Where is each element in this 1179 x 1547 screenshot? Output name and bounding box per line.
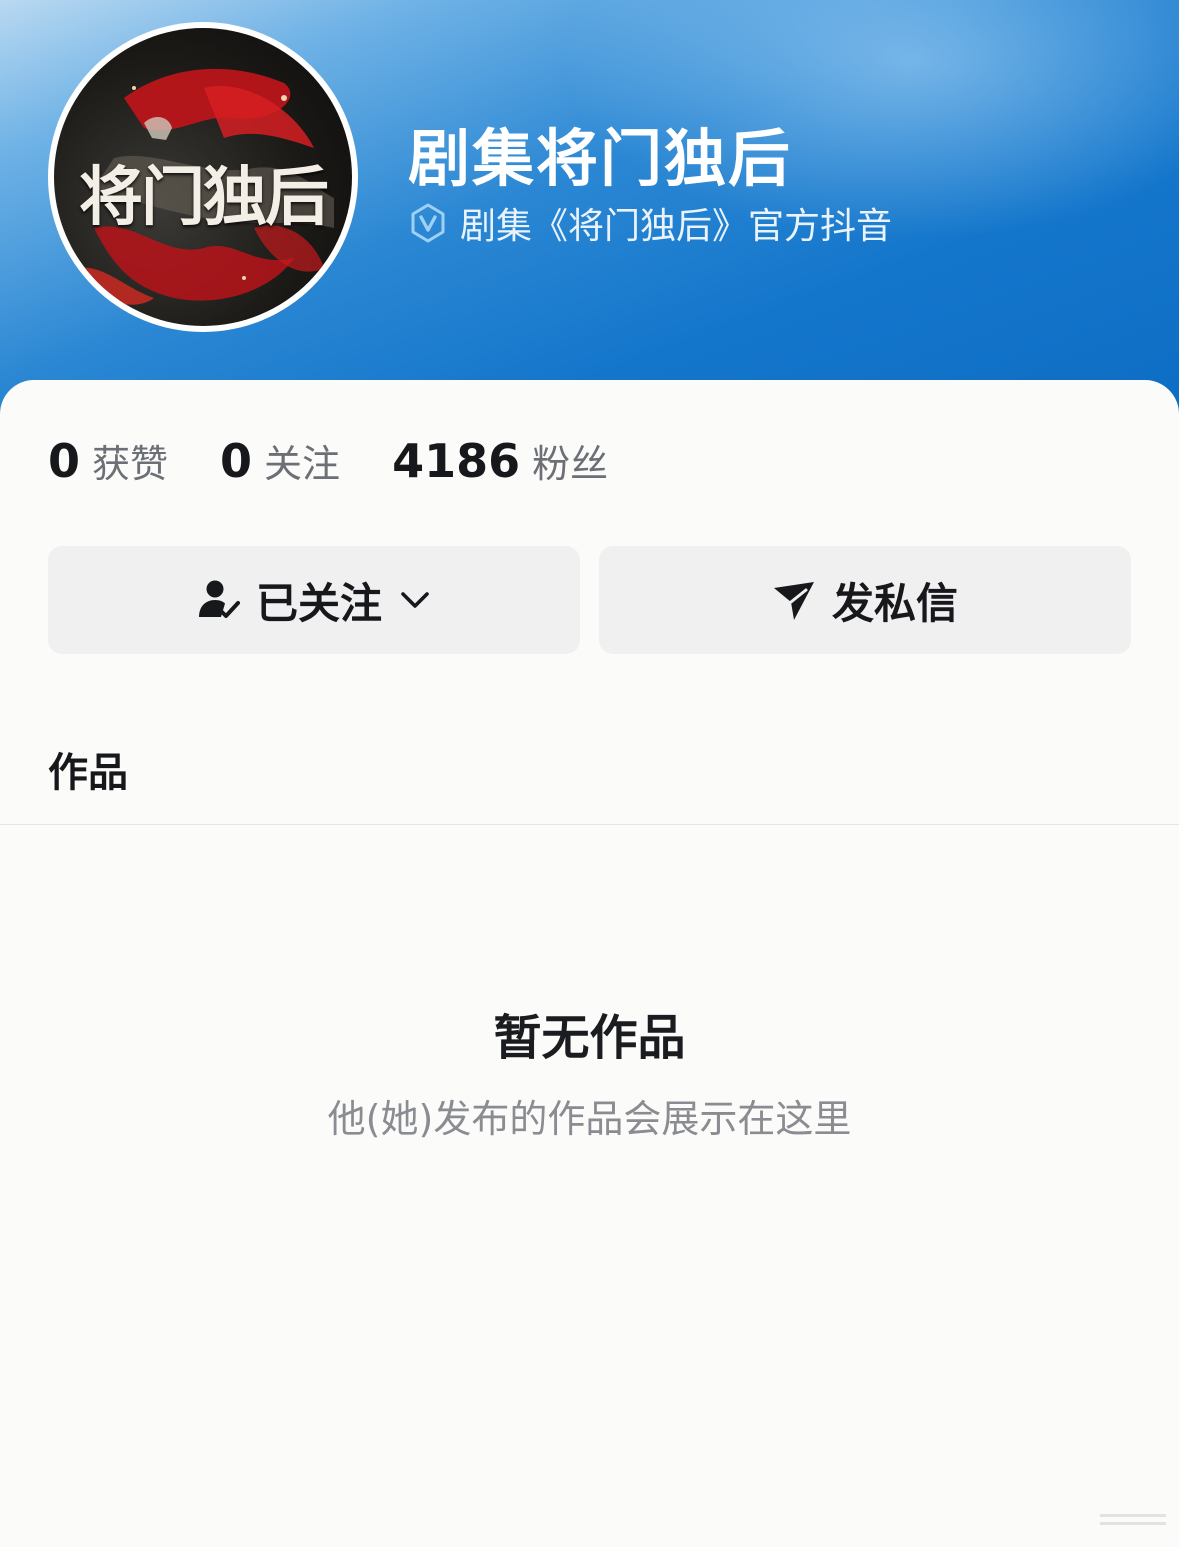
scroll-indicator	[1100, 1514, 1166, 1525]
followed-button[interactable]: 已关注	[48, 546, 580, 654]
verification-line: 剧集《将门独后》官方抖音	[408, 200, 893, 247]
user-check-icon	[198, 580, 240, 618]
stat-followers-value: 4186	[392, 433, 521, 488]
followed-button-label: 已关注	[255, 578, 382, 628]
stat-followers[interactable]: 4186 粉丝	[392, 433, 608, 488]
stat-likes[interactable]: 0 获赞	[48, 433, 168, 488]
stat-followers-label: 粉丝	[532, 441, 609, 486]
verification-text: 剧集《将门独后》官方抖音	[460, 206, 893, 247]
chevron-down-icon	[401, 592, 429, 608]
send-icon	[773, 582, 814, 620]
empty-state-subtitle: 他(她)发布的作品会展示在这里	[327, 1097, 852, 1141]
avatar-title-text: 将门独后	[79, 160, 329, 235]
stat-following-value: 0	[220, 433, 253, 488]
empty-state-title: 暂无作品	[493, 1010, 686, 1066]
stat-following[interactable]: 0 关注	[220, 433, 340, 488]
stat-following-label: 关注	[264, 441, 341, 486]
send-message-label: 发私信	[831, 578, 958, 628]
stat-likes-label: 获赞	[92, 441, 169, 486]
avatar[interactable]: 将门独后	[48, 22, 358, 332]
profile-name: 剧集将门独后	[408, 122, 793, 195]
stats-row: 0 获赞 0 关注 4186 粉丝	[48, 428, 660, 492]
stat-likes-value: 0	[48, 433, 81, 488]
verified-badge-icon	[411, 203, 445, 243]
send-message-button[interactable]: 发私信	[599, 546, 1131, 654]
tab-works[interactable]: 作品	[48, 740, 128, 798]
tab-divider	[0, 824, 1179, 825]
avatar-image: 将门独后	[54, 28, 352, 326]
